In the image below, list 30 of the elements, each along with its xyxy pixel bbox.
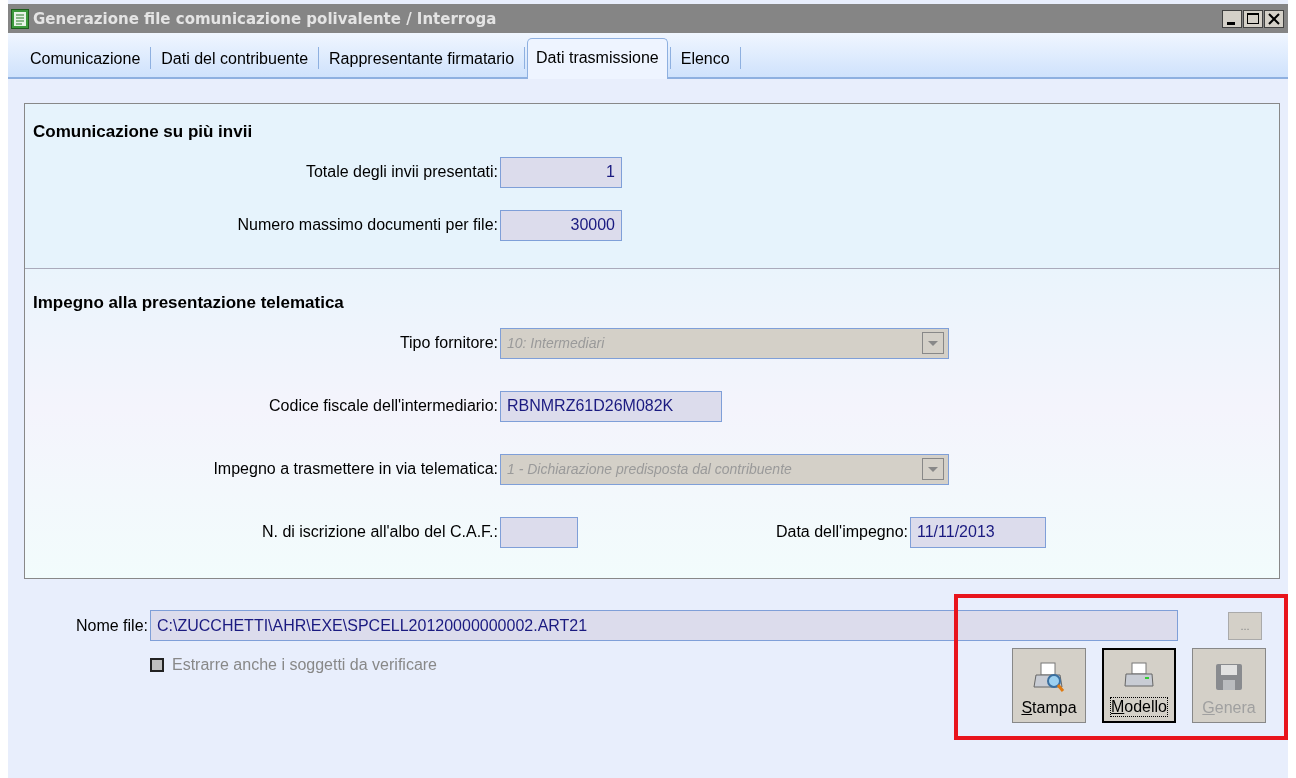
print-preview-icon (1033, 661, 1065, 693)
field-label: Codice fiscale dell'intermediario: (268, 397, 498, 415)
checkbox-label: Estrarre anche i soggetti da verificare (172, 656, 437, 674)
field-label: Totale degli invii presentati: (304, 163, 498, 181)
tab[interactable]: Comunicazione (22, 41, 149, 77)
section-title: Comunicazione su più invii (33, 122, 254, 142)
field-label: Nome file: (74, 616, 148, 635)
toolbar-button[interactable]: Modello (1102, 648, 1176, 723)
section-title: Impegno alla presentazione telematica (33, 293, 345, 313)
field-label: Data dell'impegno: (774, 523, 908, 541)
input-field[interactable] (500, 516, 578, 548)
input-field[interactable]: 1 (500, 156, 622, 188)
maximize-icon[interactable] (1243, 9, 1263, 28)
tab[interactable]: Dati trasmissione (527, 38, 668, 79)
input-field[interactable]: 11/11/2013 (910, 516, 1046, 548)
tab[interactable]: Elenco (672, 41, 738, 77)
field-label: Tipo fornitore: (398, 334, 498, 352)
input-field[interactable]: 30000 (500, 209, 622, 241)
close-icon[interactable] (1264, 9, 1284, 28)
field-label: Impegno a trasmettere in via telematica: (212, 460, 498, 478)
tab[interactable]: Rappresentante firmatario (321, 41, 523, 77)
field-label: N. di iscrizione all'albo del C.A.F.: (260, 523, 498, 541)
document-icon (11, 8, 29, 29)
input-field[interactable]: C:\ZUCCHETTI\AHR\EXE\SPCELL20120000000002.ART21 (150, 610, 1178, 641)
window-title: Generazione file comunicazione polivalente / Interroga (33, 9, 498, 28)
minimize-icon[interactable] (1222, 9, 1242, 28)
field-label: Numero massimo documenti per file: (236, 216, 498, 234)
input-field[interactable]: RBNMRZ61D26M082K (500, 390, 722, 422)
tab[interactable]: Dati del contribuente (153, 41, 317, 77)
toolbar-button[interactable]: Stampa (1012, 648, 1086, 723)
